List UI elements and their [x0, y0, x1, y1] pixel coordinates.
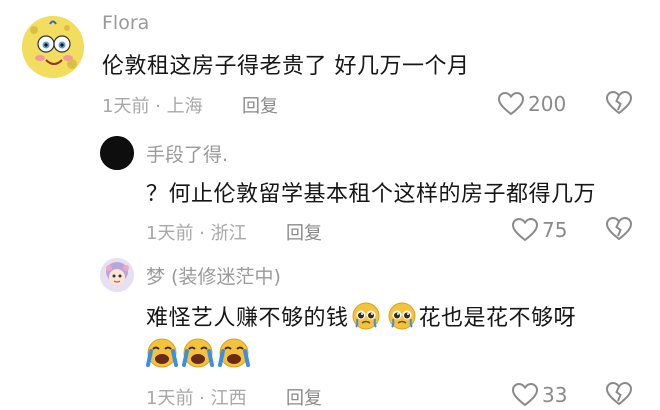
crying-face-icon — [146, 338, 178, 368]
like-button[interactable]: 75 — [512, 216, 567, 244]
comment-meta: 1天前 · 江西 — [146, 388, 247, 409]
heart-icon — [512, 383, 538, 407]
comment-meta: 1天前 · 上海 — [102, 96, 203, 117]
dislike-button[interactable] — [605, 90, 633, 119]
avatar[interactable] — [22, 16, 84, 78]
pleading-face-icon — [352, 302, 380, 330]
crying-face-icon — [218, 338, 250, 368]
like-button[interactable]: 33 — [512, 381, 567, 409]
like-count: 200 — [528, 92, 567, 116]
crying-face-icon — [182, 338, 214, 368]
like-count: 75 — [542, 218, 568, 242]
reply-button[interactable]: 回复 — [286, 219, 322, 245]
pleading-face-icon — [388, 302, 416, 330]
like-count: 33 — [542, 383, 568, 407]
username[interactable]: 梦 (装修迷茫中) — [146, 262, 281, 289]
comment-meta: 1天前 · 浙江 — [146, 223, 247, 244]
comment-text-part1: 难怪艺人赚不够的钱 — [146, 306, 349, 331]
username[interactable]: Flora — [102, 12, 149, 34]
username[interactable]: 手段了得. — [146, 140, 228, 167]
dislike-button[interactable] — [605, 216, 633, 245]
spongebob-avatar-icon — [22, 16, 84, 78]
avatar[interactable] — [100, 136, 134, 170]
emoji-row — [146, 337, 250, 369]
heart-icon — [498, 92, 524, 116]
broken-heart-icon — [605, 381, 633, 406]
black-circle-avatar-icon — [100, 136, 134, 170]
avatar[interactable] — [100, 258, 134, 292]
broken-heart-icon — [605, 90, 633, 115]
dislike-button[interactable] — [605, 381, 633, 410]
reply-button[interactable]: 回复 — [286, 384, 322, 410]
comment-text: 难怪艺人赚不够的钱 花也是花不够呀 — [146, 300, 576, 332]
heart-icon — [512, 218, 538, 242]
like-button[interactable]: 200 — [498, 90, 566, 118]
comment-text: 伦敦租这房子得老贵了 好几万一个月 — [102, 54, 470, 79]
comment-text-part2: 花也是花不够呀 — [418, 306, 577, 331]
comment-text: ？何止伦敦留学基本租个这样的房子都得几万 — [146, 182, 597, 207]
girl-avatar-icon — [100, 258, 134, 292]
reply-button[interactable]: 回复 — [242, 92, 278, 118]
broken-heart-icon — [605, 216, 633, 241]
